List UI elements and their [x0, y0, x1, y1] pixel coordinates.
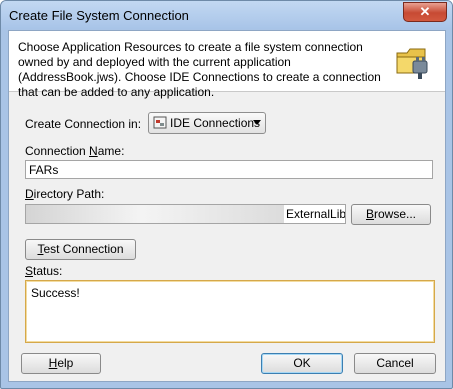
connections-icon [153, 116, 167, 129]
create-in-label: Create Connection in: [25, 117, 142, 131]
test-connection-button[interactable]: Test Connection [25, 239, 136, 260]
dialog-body: Choose Application Resources to create a… [8, 30, 446, 382]
dialog-window: Create File System Connection ✕ Choose A… [0, 0, 453, 389]
status-box[interactable]: Success! [25, 280, 435, 343]
create-in-dropdown[interactable]: IDE Connections [148, 112, 266, 134]
status-value: Success! [31, 286, 80, 300]
directory-path-label: Directory Path: [25, 187, 105, 201]
directory-path-blurred [26, 205, 284, 223]
close-icon: ✕ [419, 4, 431, 19]
cancel-button[interactable]: Cancel [354, 353, 436, 374]
help-button[interactable]: Help [21, 353, 101, 374]
folder-plug-icon [396, 48, 428, 79]
directory-path-value: ExternalLibs [286, 207, 346, 221]
dialog-header: Choose Application Resources to create a… [9, 31, 445, 99]
close-button[interactable]: ✕ [403, 2, 447, 22]
connection-name-value: FARs [29, 163, 59, 177]
title-bar[interactable]: Create File System Connection ✕ [1, 1, 452, 29]
connection-name-input[interactable]: FARs [25, 160, 433, 179]
browse-button[interactable]: Browse... [351, 204, 431, 225]
connection-name-label: Connection Name: [25, 144, 125, 158]
window-title: Create File System Connection [9, 8, 189, 23]
chevron-down-icon [253, 120, 261, 125]
ok-button[interactable]: OK [261, 353, 343, 374]
status-label: Status: [25, 264, 63, 278]
header-description: Choose Application Resources to create a… [18, 40, 381, 99]
create-in-value: IDE Connections [170, 116, 261, 130]
directory-path-input[interactable]: ExternalLibs [25, 204, 346, 224]
